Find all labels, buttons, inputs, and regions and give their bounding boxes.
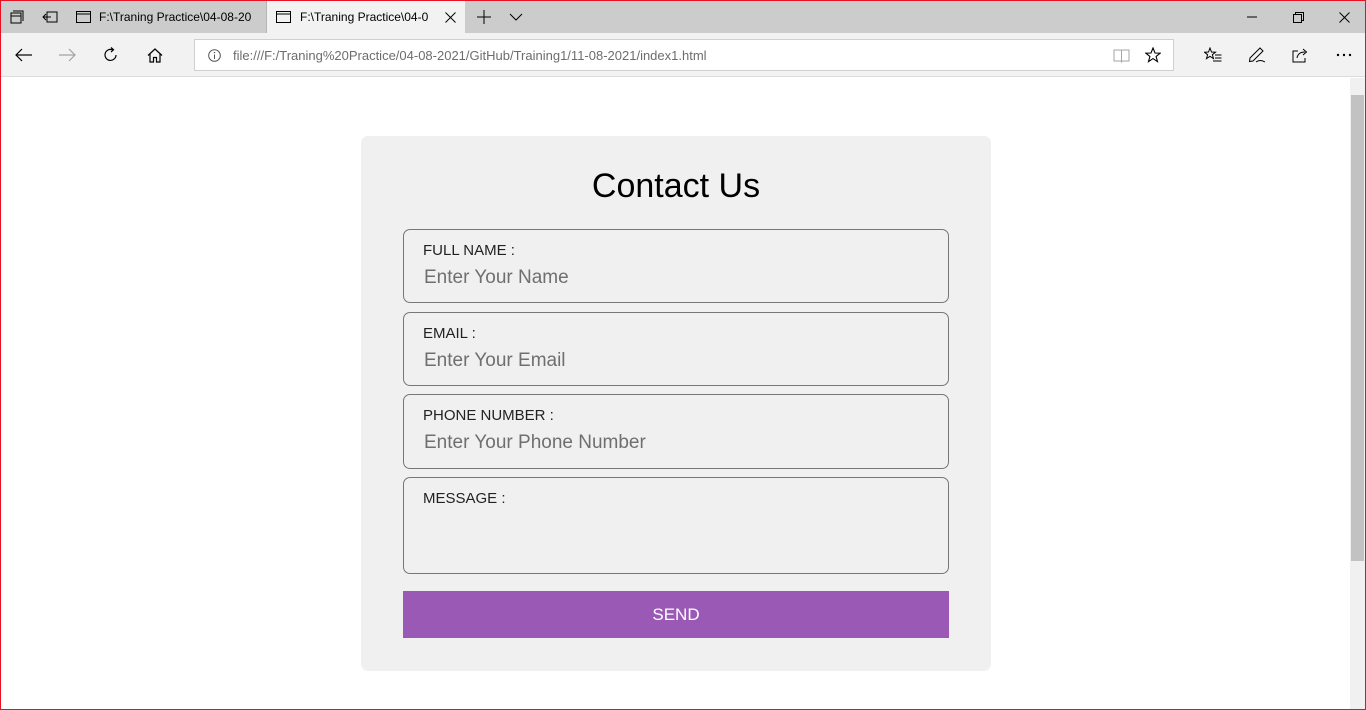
back-button[interactable] <box>1 33 45 77</box>
tab-list-button[interactable] <box>501 1 531 33</box>
tab-title: F:\Traning Practice\04-0 <box>300 10 429 24</box>
refresh-icon <box>103 47 119 63</box>
address-bar[interactable]: file:///F:/Traning%20Practice/04-08-2021… <box>194 39 1174 71</box>
tab-title: F:\Traning Practice\04-08-20 <box>99 10 252 24</box>
favorites-list-icon <box>1204 47 1222 63</box>
restore-button[interactable] <box>1275 1 1321 33</box>
send-button[interactable]: SEND <box>403 591 949 638</box>
share-button[interactable] <box>1278 33 1322 77</box>
email-input[interactable] <box>424 348 924 374</box>
vertical-scrollbar[interactable] <box>1350 78 1365 709</box>
refresh-button[interactable] <box>89 33 133 77</box>
minimize-button[interactable] <box>1229 1 1275 33</box>
share-icon <box>1292 47 1309 63</box>
forward-button[interactable] <box>45 33 89 77</box>
favorites-button[interactable] <box>1191 33 1235 77</box>
home-button[interactable] <box>133 33 177 77</box>
restore-icon <box>1292 11 1304 23</box>
tab-manager-icon <box>10 10 24 24</box>
page-content: Contact Us FULL NAME : EMAIL : PHONE NUM… <box>1 78 1350 709</box>
full-name-label: FULL NAME : <box>423 242 515 259</box>
message-label: MESSAGE : <box>423 490 506 507</box>
tab-manager-button[interactable] <box>1 1 33 33</box>
chevron-down-icon <box>509 13 523 21</box>
window-close-button[interactable] <box>1321 1 1365 33</box>
scrollbar-thumb[interactable] <box>1351 95 1364 561</box>
message-field[interactable]: MESSAGE : <box>403 477 949 574</box>
tab-1[interactable]: F:\Traning Practice\04-08-20 <box>67 1 267 33</box>
page-icon <box>276 11 291 23</box>
full-name-field[interactable]: FULL NAME : <box>403 229 949 303</box>
more-button[interactable] <box>1322 33 1365 77</box>
forward-arrow-icon <box>58 48 76 62</box>
phone-number-input[interactable] <box>424 430 924 456</box>
star-icon[interactable] <box>1145 47 1161 63</box>
set-aside-tabs-icon <box>42 10 58 24</box>
notes-button[interactable] <box>1235 33 1279 77</box>
phone-number-field[interactable]: PHONE NUMBER : <box>403 394 949 469</box>
form-title: Contact Us <box>591 167 761 205</box>
contact-form-card: Contact Us FULL NAME : EMAIL : PHONE NUM… <box>361 136 991 671</box>
page-icon <box>76 11 91 23</box>
navigation-bar: file:///F:/Traning%20Practice/04-08-2021… <box>1 33 1365 77</box>
pen-icon <box>1248 47 1266 63</box>
message-input[interactable] <box>424 513 924 563</box>
phone-number-label: PHONE NUMBER : <box>423 407 554 424</box>
reading-view-icon[interactable] <box>1113 48 1130 63</box>
set-aside-tabs-button[interactable] <box>33 1 67 33</box>
back-arrow-icon <box>14 48 32 62</box>
email-label: EMAIL : <box>423 325 476 342</box>
info-icon[interactable] <box>208 49 221 62</box>
close-icon[interactable] <box>445 11 456 23</box>
address-url: file:///F:/Traning%20Practice/04-08-2021… <box>233 48 707 63</box>
window-close-icon <box>1338 11 1350 23</box>
new-tab-button[interactable] <box>467 1 501 33</box>
email-field[interactable]: EMAIL : <box>403 312 949 386</box>
minimize-icon <box>1247 16 1257 18</box>
browser-window: F:\Traning Practice\04-08-20 F:\Traning … <box>0 0 1366 710</box>
plus-icon <box>477 10 491 24</box>
tab-2-active[interactable]: F:\Traning Practice\04-0 <box>267 1 465 33</box>
full-name-input[interactable] <box>424 265 924 291</box>
home-icon <box>147 47 163 63</box>
more-icon <box>1336 53 1352 57</box>
tab-bar: F:\Traning Practice\04-08-20 F:\Traning … <box>1 1 1365 33</box>
